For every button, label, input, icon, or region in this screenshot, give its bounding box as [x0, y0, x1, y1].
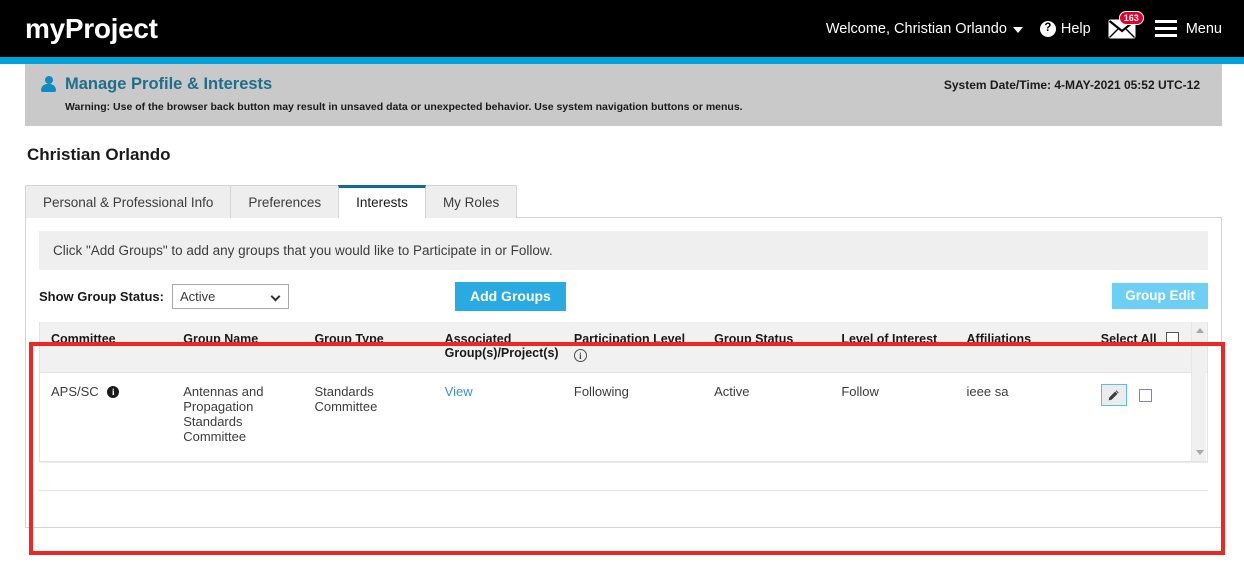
app-logo[interactable]: myProject — [25, 13, 158, 45]
menu-button[interactable]: Menu — [1154, 19, 1222, 38]
page-title-text: Manage Profile & Interests — [65, 75, 273, 93]
select-all-label: Select All — [1100, 332, 1157, 346]
profile-user-name: Christian Orlando — [27, 145, 171, 164]
question-mark-icon: ? — [1039, 20, 1056, 37]
cell-associated-groups: View — [438, 372, 568, 461]
add-groups-button[interactable]: Add Groups — [454, 282, 566, 311]
messages-button[interactable]: 163 — [1108, 10, 1144, 41]
header-participation-level[interactable]: Participation Level i — [567, 322, 709, 373]
cell-group-type: Standards Committee — [308, 372, 439, 461]
top-navbar: myProject Welcome, Christian Orlando ? H… — [0, 0, 1244, 57]
group-edit-button[interactable]: Group Edit — [1112, 283, 1208, 309]
system-datetime: System Date/Time: 4-MAY-2021 05:52 UTC-1… — [943, 78, 1200, 92]
navbar-right-group: Welcome, Christian Orlando ? Help 163 Me… — [826, 10, 1222, 41]
cell-participation-level: Following — [567, 372, 709, 461]
row-select-checkbox[interactable] — [1139, 388, 1153, 402]
groups-table: Committee Group Name Group Type Associat… — [40, 322, 1207, 461]
show-group-status-value: Active — [179, 289, 216, 304]
banner-wrapper: Manage Profile & Interests System Date/T… — [0, 64, 1244, 126]
header-affiliations[interactable]: Affiliations — [960, 322, 1095, 373]
tab-preferences[interactable]: Preferences — [230, 185, 340, 218]
hamburger-menu-icon — [1154, 19, 1177, 38]
chevron-down-icon — [270, 291, 281, 302]
main-content: Christian Orlando Personal & Professiona… — [0, 145, 1244, 528]
table-row: APS/SC i Antennas and Propagation Standa… — [40, 372, 1207, 461]
select-all-checkbox[interactable] — [1166, 332, 1180, 345]
cell-committee: APS/SC i — [40, 372, 178, 461]
tab-bar: Personal & Professional Info Preferences… — [25, 185, 1222, 218]
header-group-name[interactable]: Group Name — [177, 322, 309, 373]
instruction-strip: Click "Add Groups" to add any groups tha… — [39, 231, 1208, 270]
header-associated-groups-projects[interactable]: Associated Group(s)/Project(s) — [438, 322, 568, 373]
header-associated-line1: Associated — [444, 332, 512, 346]
tab-my-roles[interactable]: My Roles — [424, 185, 518, 218]
interests-panel: Click "Add Groups" to add any groups tha… — [25, 217, 1222, 528]
table-header-row: Committee Group Name Group Type Associat… — [40, 322, 1207, 373]
groups-table-wrapper: Committee Group Name Group Type Associat… — [39, 322, 1208, 462]
header-group-status[interactable]: Group Status — [708, 322, 836, 373]
cell-level-of-interest: Follow — [835, 372, 961, 461]
cell-group-status: Active — [708, 372, 836, 461]
table-footer-separator-2 — [39, 489, 1208, 512]
header-level-of-interest[interactable]: Level of Interest — [835, 322, 961, 373]
groups-table-head: Committee Group Name Group Type Associat… — [40, 322, 1207, 373]
show-group-status-select[interactable]: Active — [171, 284, 289, 309]
tab-personal-professional-info[interactable]: Personal & Professional Info — [25, 185, 232, 218]
welcome-label: Welcome, Christian Orlando — [825, 20, 1007, 37]
user-menu-button[interactable]: Welcome, Christian Orlando — [826, 21, 1023, 37]
panel-controls-row: Show Group Status: Active Add Groups Gro… — [39, 282, 1208, 311]
page-banner: Manage Profile & Interests System Date/T… — [25, 64, 1222, 126]
header-participation-level-text: Participation Level — [573, 332, 686, 346]
cell-affiliations: ieee sa — [960, 372, 1095, 461]
chevron-down-icon — [1012, 26, 1023, 33]
show-group-status-label: Show Group Status: — [39, 289, 164, 304]
info-icon[interactable]: i — [107, 386, 120, 398]
groups-table-body: APS/SC i Antennas and Propagation Standa… — [40, 372, 1207, 461]
edit-row-button[interactable] — [1100, 384, 1127, 406]
menu-label: Menu — [1185, 20, 1222, 37]
unread-count-badge: 163 — [1118, 10, 1144, 26]
page-title: Manage Profile & Interests — [41, 75, 272, 94]
banner-warning-text: Warning: Use of the browser back button … — [65, 101, 743, 113]
help-label: Help — [1060, 20, 1091, 37]
scroll-up-arrow-icon[interactable] — [1195, 328, 1204, 333]
tab-interests[interactable]: Interests — [338, 185, 426, 218]
view-link[interactable]: View — [445, 384, 473, 399]
pencil-icon — [1108, 389, 1119, 400]
accent-bar — [0, 57, 1244, 64]
info-icon[interactable]: i — [573, 349, 587, 362]
person-icon — [41, 76, 56, 93]
header-associated-line2: Group(s)/Project(s) — [444, 346, 559, 360]
cell-group-name: Antennas and Propagation Standards Commi… — [177, 372, 309, 461]
header-committee[interactable]: Committee — [40, 322, 178, 373]
banner-top-row: Manage Profile & Interests System Date/T… — [41, 75, 1206, 94]
help-button[interactable]: ? Help — [1039, 20, 1091, 37]
header-group-type[interactable]: Group Type — [308, 322, 439, 373]
committee-code: APS/SC — [51, 384, 99, 399]
table-footer-separator-1 — [39, 461, 1208, 490]
table-vertical-scrollbar[interactable] — [1191, 322, 1206, 461]
scroll-down-arrow-icon[interactable] — [1195, 449, 1204, 455]
